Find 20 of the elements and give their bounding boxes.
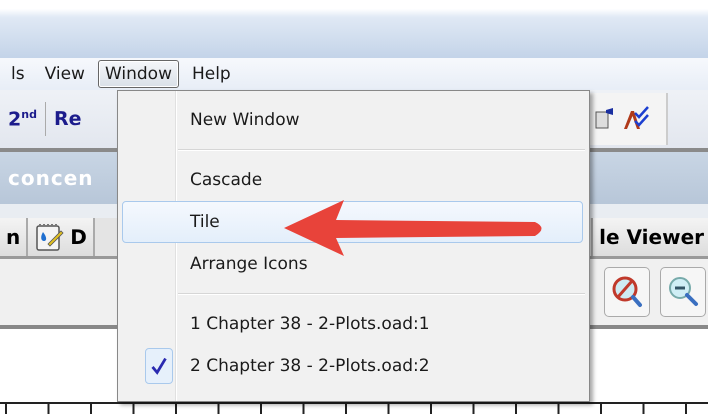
menu-entry[interactable]: 1 Chapter 38 - 2-Plots.oad:1 — [122, 303, 583, 345]
tab[interactable]: D — [28, 218, 95, 256]
toolbar-button[interactable]: 2$^{nd}$ — [0, 108, 45, 130]
menu-item[interactable]: View — [38, 60, 92, 88]
notepad-icon — [34, 222, 64, 252]
menu-entry[interactable]: Cascade — [122, 159, 583, 201]
tab[interactable]: n — [0, 218, 28, 256]
toolbar-button[interactable]: Re — [46, 108, 90, 130]
no-zoom-button[interactable] — [604, 267, 650, 317]
menu-item[interactable]: ls — [4, 60, 32, 88]
no-zoom-icon — [611, 275, 643, 309]
menu-entry[interactable]: Arrange Icons — [122, 243, 583, 285]
zoom-out-icon — [667, 275, 699, 309]
zoom-out-button[interactable] — [660, 267, 706, 317]
menu-item[interactable]: Help — [184, 60, 238, 88]
menu-entry[interactable]: 2 Chapter 38 - 2-Plots.oad:2 — [122, 345, 583, 387]
document-title: concen — [8, 166, 94, 190]
menu-entry[interactable]: New Window — [122, 99, 583, 141]
menu-item[interactable]: Window — [98, 60, 179, 88]
tab[interactable]: le Viewer — [591, 218, 708, 256]
